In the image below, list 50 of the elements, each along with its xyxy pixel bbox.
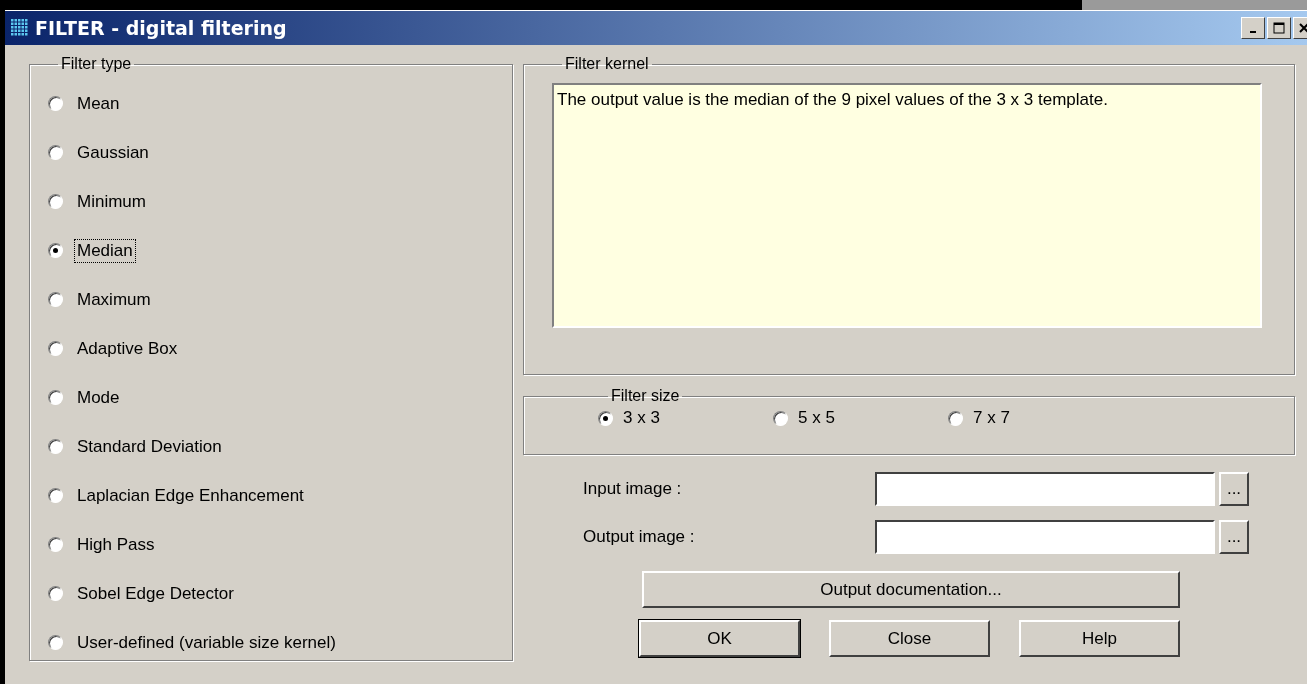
dialog-button[interactable]: Close (829, 620, 990, 657)
output-documentation-button[interactable]: Output documentation... (642, 571, 1180, 608)
minimize-icon (1250, 31, 1256, 33)
radio-button[interactable] (48, 145, 63, 160)
radio-button[interactable] (48, 439, 63, 454)
radio-button[interactable] (48, 194, 63, 209)
option-label: Standard Deviation (76, 435, 223, 458)
grid-icon (11, 19, 29, 37)
radio-button[interactable] (48, 537, 63, 552)
close-icon (1298, 22, 1307, 34)
maximize-button[interactable] (1267, 17, 1291, 39)
minimize-button[interactable] (1241, 17, 1265, 39)
radio-button[interactable] (48, 96, 63, 111)
group-label: Filter size (610, 387, 681, 405)
radio-button[interactable] (48, 390, 63, 405)
radio-button[interactable] (48, 635, 63, 650)
radio-button[interactable] (48, 586, 63, 601)
option-label: User-defined (variable size kernel) (76, 631, 337, 654)
option-label: Maximum (76, 288, 152, 311)
group-label: Filter type (60, 55, 133, 73)
browse-button[interactable]: ... (1219, 520, 1249, 554)
field-label: Output image : (582, 527, 696, 547)
field-label: Input image : (582, 479, 683, 499)
radio-button[interactable] (598, 410, 613, 426)
dialog-button[interactable]: OK (639, 620, 800, 657)
option-label: Adaptive Box (76, 337, 179, 360)
radio-button[interactable] (48, 341, 63, 356)
option-label: Mode (76, 386, 121, 409)
option-label: 7 x 7 (972, 407, 1011, 429)
browse-button[interactable]: ... (1219, 472, 1249, 506)
radio-button[interactable] (48, 292, 63, 307)
radio-button[interactable] (48, 488, 63, 503)
option-label: Median (75, 239, 135, 262)
option-label: 3 x 3 (622, 407, 661, 429)
window-title: FILTER - digital filtering (35, 17, 287, 39)
option-label: 5 x 5 (797, 407, 836, 429)
option-label: Gaussian (76, 141, 150, 164)
input-field[interactable] (875, 472, 1215, 506)
option-label: Laplacian Edge Enhancement (76, 484, 305, 507)
dialog-button[interactable]: Help (1019, 620, 1180, 657)
option-label: Minimum (76, 190, 147, 213)
group-label: Filter kernel (564, 55, 650, 73)
option-label: High Pass (76, 533, 156, 556)
input-field[interactable] (875, 520, 1215, 554)
maximize-icon (1273, 22, 1285, 34)
radio-button[interactable] (773, 410, 788, 426)
radio-button[interactable] (48, 243, 63, 258)
option-label: Sobel Edge Detector (76, 582, 235, 605)
option-label: Mean (76, 92, 121, 115)
kernel-description: The output value is the median of the 9 pixel values of the 3 x 3 template. (552, 83, 1262, 328)
